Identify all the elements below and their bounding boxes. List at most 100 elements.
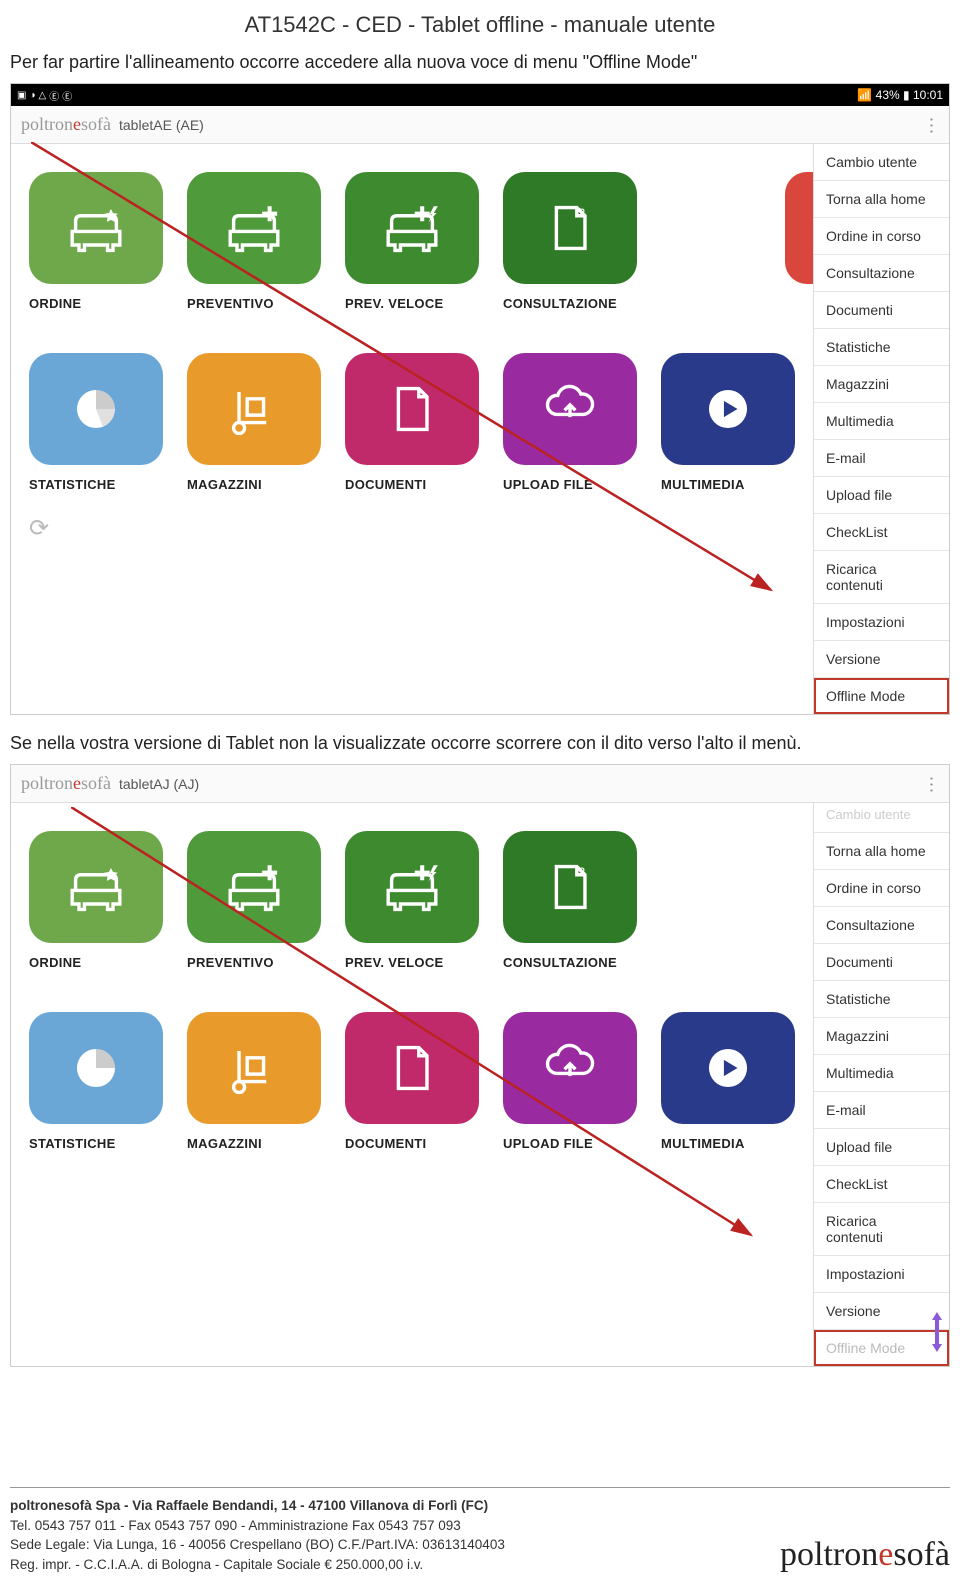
tile-preventivo[interactable] bbox=[187, 831, 321, 943]
menu-item-torna-alla-home[interactable]: Torna alla home bbox=[814, 833, 949, 870]
tile-ordine[interactable] bbox=[29, 172, 163, 284]
document-question-icon: ? bbox=[536, 853, 604, 921]
tile-preventivo[interactable] bbox=[187, 172, 321, 284]
screenshot-1: ▣ ◑ △ Ⓔ Ⓔ 📶 43% ▮ 10:01 poltronesofà tab… bbox=[10, 83, 950, 715]
page-title: AT1542C - CED - Tablet offline - manuale… bbox=[10, 12, 950, 38]
footer-line: Tel. 0543 757 011 - Fax 0543 757 090 - A… bbox=[10, 1516, 505, 1536]
status-icon: Ⓔ bbox=[62, 88, 72, 103]
menu-item-checklist[interactable]: CheckList bbox=[814, 1166, 949, 1203]
tile-label: PREVENTIVO bbox=[187, 296, 321, 311]
tile-label: UPLOAD FILE bbox=[503, 477, 637, 492]
battery-text: 43% bbox=[876, 88, 900, 102]
menu-item-documenti[interactable]: Documenti bbox=[814, 292, 949, 329]
menu-item-offline-mode[interactable]: Offline Mode bbox=[814, 678, 949, 714]
menu-item-multimedia[interactable]: Multimedia bbox=[814, 403, 949, 440]
tile-ordine[interactable] bbox=[29, 831, 163, 943]
menu-item-ricarica-contenuti[interactable]: Ricarica contenuti bbox=[814, 1203, 949, 1256]
tile-label: MAGAZZINI bbox=[187, 1136, 321, 1151]
overflow-menu-icon[interactable]: ⋯ bbox=[921, 117, 942, 133]
logo-part: sofà bbox=[81, 114, 111, 134]
menu-item-consultazione[interactable]: Consultazione bbox=[814, 907, 949, 944]
tile-label: CONSULTAZIONE bbox=[503, 296, 637, 311]
menu-item-upload-file[interactable]: Upload file bbox=[814, 1129, 949, 1166]
pie-chart-icon bbox=[62, 375, 130, 443]
menu-item-impostazioni[interactable]: Impostazioni bbox=[814, 1256, 949, 1293]
tile-consultazione[interactable]: ? bbox=[503, 172, 637, 284]
status-icon: ◑ bbox=[29, 90, 35, 101]
menu-item-versione[interactable]: Versione bbox=[814, 641, 949, 678]
menu-item-checklist[interactable]: CheckList bbox=[814, 514, 949, 551]
menu-item-ricarica-contenuti[interactable]: Ricarica contenuti bbox=[814, 551, 949, 604]
document-question-icon: ? bbox=[536, 194, 604, 262]
partial-red-tile[interactable] bbox=[785, 172, 813, 284]
wifi-icon: 📶 bbox=[857, 88, 872, 102]
paragraph-2: Se nella vostra versione di Tablet non l… bbox=[10, 733, 950, 754]
sofa-plus-icon bbox=[220, 853, 288, 921]
tile-statistiche[interactable] bbox=[29, 353, 163, 465]
menu-item-multimedia[interactable]: Multimedia bbox=[814, 1055, 949, 1092]
app-toolbar: poltronesofà tabletAJ (AJ) ⋯ bbox=[11, 765, 949, 803]
sofa-star-icon bbox=[62, 194, 130, 262]
tile-magazzini[interactable] bbox=[187, 353, 321, 465]
scroll-arrow-icon bbox=[929, 1310, 945, 1354]
tile-magazzini[interactable] bbox=[187, 1012, 321, 1124]
menu-item-impostazioni[interactable]: Impostazioni bbox=[814, 604, 949, 641]
menu-item-documenti[interactable]: Documenti bbox=[814, 944, 949, 981]
logo-part: sofà bbox=[893, 1536, 950, 1573]
menu-item-cambio-utente[interactable]: Cambio utente bbox=[814, 144, 949, 181]
menu-item-statistiche[interactable]: Statistiche bbox=[814, 981, 949, 1018]
menu-item-magazzini[interactable]: Magazzini bbox=[814, 1018, 949, 1055]
status-icon: △ bbox=[39, 90, 47, 101]
menu-item-consultazione[interactable]: Consultazione bbox=[814, 255, 949, 292]
tile-statistiche[interactable] bbox=[29, 1012, 163, 1124]
screenshot-2: poltronesofà tabletAJ (AJ) ⋯ ORDINE PREV… bbox=[10, 764, 950, 1367]
paragraph-1: Per far partire l'allineamento occorre a… bbox=[10, 52, 950, 73]
menu-item-magazzini[interactable]: Magazzini bbox=[814, 366, 949, 403]
tile-upload[interactable] bbox=[503, 1012, 637, 1124]
document-icon bbox=[378, 1034, 446, 1102]
cloud-upload-icon bbox=[536, 375, 604, 443]
refresh-icon[interactable]: ⟳ bbox=[29, 514, 795, 543]
toolbar-subtitle: tabletAJ (AJ) bbox=[119, 776, 199, 792]
clock-text: 10:01 bbox=[913, 88, 943, 102]
footer-line: Reg. impr. - C.C.I.A.A. di Bologna - Cap… bbox=[10, 1555, 505, 1575]
tile-label: STATISTICHE bbox=[29, 477, 163, 492]
menu-item-torna-alla-home[interactable]: Torna alla home bbox=[814, 181, 949, 218]
logo-part: e bbox=[73, 773, 81, 793]
tile-label: CONSULTAZIONE bbox=[503, 955, 637, 970]
handtruck-icon bbox=[220, 1034, 288, 1102]
status-icon: ▣ bbox=[17, 90, 26, 101]
overflow-menu-icon[interactable]: ⋯ bbox=[921, 776, 942, 792]
footer-logo: poltronesofà bbox=[780, 1536, 950, 1574]
tile-label: DOCUMENTI bbox=[345, 1136, 479, 1151]
play-icon bbox=[694, 1034, 762, 1102]
tile-documenti[interactable] bbox=[345, 1012, 479, 1124]
menu-item-e-mail[interactable]: E-mail bbox=[814, 1092, 949, 1129]
tile-label: ORDINE bbox=[29, 296, 163, 311]
battery-icon: ▮ bbox=[903, 88, 910, 102]
android-status-bar: ▣ ◑ △ Ⓔ Ⓔ 📶 43% ▮ 10:01 bbox=[11, 84, 949, 106]
tile-upload[interactable] bbox=[503, 353, 637, 465]
menu-item-upload-file[interactable]: Upload file bbox=[814, 477, 949, 514]
tile-label: PREV. VELOCE bbox=[345, 296, 479, 311]
tile-documenti[interactable] bbox=[345, 353, 479, 465]
tile-multimedia[interactable] bbox=[661, 353, 795, 465]
menu-item-cambio-utente[interactable]: Cambio utente bbox=[814, 803, 949, 833]
tile-label: ORDINE bbox=[29, 955, 163, 970]
page-footer: poltronesofà Spa - Via Raffaele Bendandi… bbox=[10, 1487, 950, 1574]
menu-item-ordine-in-corso[interactable]: Ordine in corso bbox=[814, 870, 949, 907]
toolbar-subtitle: tabletAE (AE) bbox=[119, 117, 204, 133]
tile-prev-veloce[interactable] bbox=[345, 172, 479, 284]
menu-item-statistiche[interactable]: Statistiche bbox=[814, 329, 949, 366]
logo-part: sofà bbox=[81, 773, 111, 793]
tile-label: PREV. VELOCE bbox=[345, 955, 479, 970]
logo-part: e bbox=[878, 1536, 893, 1573]
tile-consultazione[interactable]: ? bbox=[503, 831, 637, 943]
handtruck-icon bbox=[220, 375, 288, 443]
menu-item-ordine-in-corso[interactable]: Ordine in corso bbox=[814, 218, 949, 255]
menu-item-e-mail[interactable]: E-mail bbox=[814, 440, 949, 477]
tile-prev-veloce[interactable] bbox=[345, 831, 479, 943]
status-icon: Ⓔ bbox=[49, 88, 59, 103]
tile-grid: ORDINE PREVENTIVO PREV. VELOCE ? CONSULT… bbox=[11, 803, 813, 1366]
tile-multimedia[interactable] bbox=[661, 1012, 795, 1124]
